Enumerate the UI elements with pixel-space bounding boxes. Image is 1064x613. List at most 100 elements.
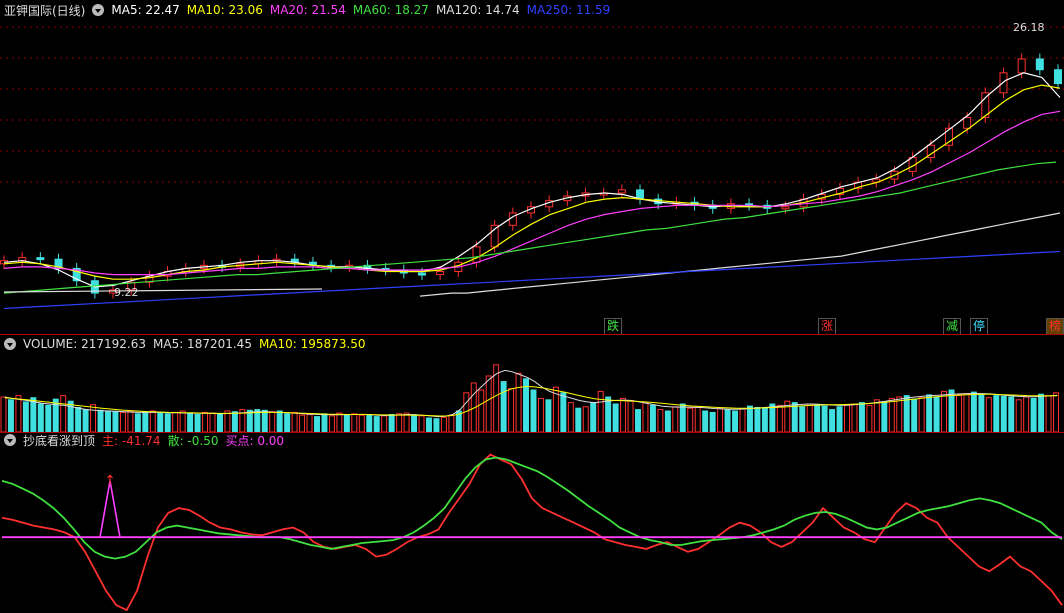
volume-bar [627,400,634,432]
volume-bar [508,388,515,432]
signal-fall[interactable]: 跌 [604,318,623,335]
volume-bar [724,409,731,432]
volume-bar [1023,396,1030,432]
volume-bar [336,412,343,432]
volume-bar [903,395,910,432]
volume-bar [709,411,716,432]
volume-bar [433,418,440,432]
volume-bar [657,409,664,432]
volume-bar [1008,396,1015,432]
candle-up [617,189,626,194]
retail-line [1,456,1063,560]
candle-down [1035,58,1044,71]
volume-bar [149,410,156,432]
volume-bar [754,407,761,432]
volume-bar [993,395,1000,432]
legend-main: 主: -41.74 [102,433,161,448]
volume-bar [403,412,410,432]
volume-bar [1053,392,1059,432]
indicator-collapse-icon[interactable] [4,434,16,446]
candle-up [472,246,481,263]
volume-bar [1000,395,1007,432]
volume-bar [7,399,14,432]
volume-bar [291,411,298,432]
volume-bar [231,411,238,432]
volume-bar [642,402,649,432]
volume-bar [358,414,365,432]
volume-collapse-icon[interactable] [4,338,16,350]
candle-up [781,206,790,210]
volume-bar [829,409,836,432]
volume-bar [769,403,776,432]
volume-bar [926,394,933,432]
volume-bar [799,406,806,432]
volume-bar [955,395,962,432]
volume-bar [761,407,768,432]
legend-buy: 买点: 0.00 [225,433,285,448]
volume-bar [209,412,216,432]
price-legend: 亚钾国际(日线) MA5: 22.47 MA10: 23.06 MA20: 21… [4,2,610,18]
volume-bar [388,414,395,432]
candle-up [963,116,972,129]
volume-bar [119,411,126,432]
legend-ma250: MA250: 11.59 [526,3,611,17]
price-chart [0,26,1064,310]
ma-line-ma5 [3,72,1061,288]
volume-bar [321,413,328,432]
volume-bar [157,412,164,432]
volume-bar [269,411,276,432]
volume-bar [941,390,948,432]
volume-legend: VOLUME: 217192.63 MA5: 187201.45 MA10: 1… [4,336,366,352]
volume-bar [60,395,67,432]
volume-bar [746,405,753,432]
volume-bar [612,403,619,432]
volume-bar [515,372,522,432]
volume-bar [411,414,418,432]
volume-bar [694,407,701,432]
candle-up [1017,58,1026,74]
volume-bar [142,411,149,432]
legend-retail: 散: -0.50 [167,433,219,448]
signal-limit[interactable]: 停 [970,318,989,335]
volume-bar [896,396,903,432]
volume-bar [246,409,253,432]
volume-bar [687,407,694,432]
volume-bar [970,391,977,432]
volume-bar [194,414,201,432]
buy-signal-spike [99,480,121,538]
volume-bar [500,381,507,432]
indicator-chart: ↑ [1,453,1063,612]
volume-bar [605,396,612,432]
volume-bar [739,408,746,432]
volume-bar [276,410,283,432]
volume-bar [366,414,373,432]
volume-bar [127,410,134,432]
volume-bar [873,399,880,432]
volume-bar [858,402,865,432]
candle-down [1054,69,1062,85]
volume-bar [918,397,925,432]
signal-rise[interactable]: 涨 [818,318,837,335]
stock-name: 亚钾国际(日线) [4,3,86,18]
volume-bar [425,417,432,432]
volume-bar [978,393,985,432]
volume-bar [22,401,29,432]
volume-bar [284,413,291,432]
volume-bar [649,404,656,432]
legend-ma5: MA5: 22.47 [111,3,180,17]
volume-bar [440,416,447,432]
volume-bar [216,414,223,432]
volume-bar [567,402,574,432]
volume-bar [45,404,52,432]
volume-bar [90,404,97,432]
volume-bar [306,414,313,432]
volume-bar [806,403,813,432]
indicator-title: 抄底看涨到顶 [23,433,96,448]
volume-bar [396,413,403,432]
signal-board[interactable]: 榜 [1046,318,1064,335]
volume-bar [963,393,970,432]
volume-bar [664,410,671,432]
volume-bar [620,397,627,432]
signal-reduce[interactable]: 减 [943,318,962,335]
legend-collapse-icon[interactable] [92,4,105,16]
